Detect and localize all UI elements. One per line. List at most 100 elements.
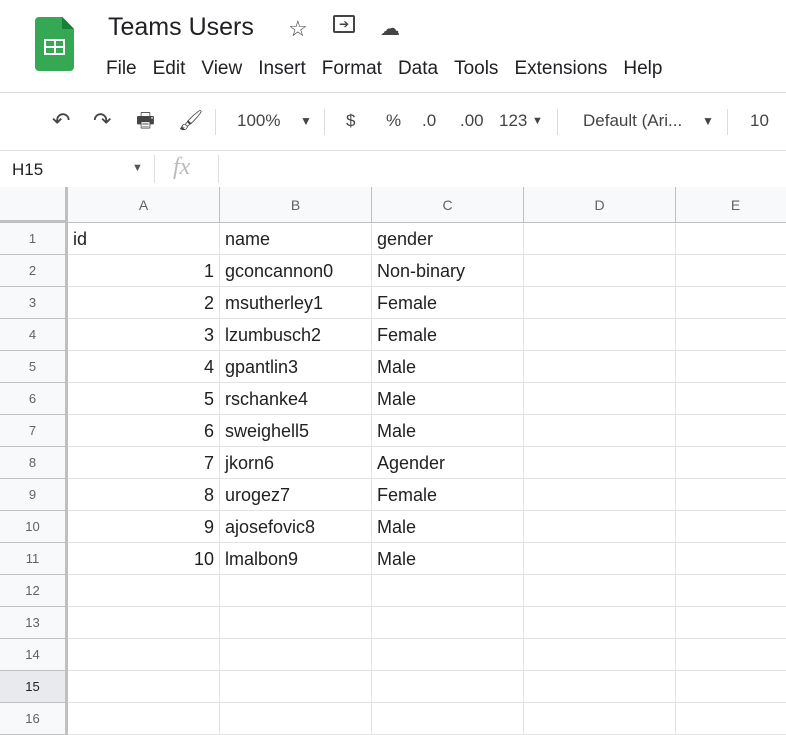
cell-b4[interactable]: lzumbusch2	[220, 319, 372, 351]
cell-e13[interactable]	[676, 607, 786, 639]
select-all-corner[interactable]	[0, 187, 68, 223]
cell-c6[interactable]: Male	[372, 383, 524, 415]
decrease-decimal-button[interactable]: .0	[422, 105, 436, 137]
cell-e15[interactable]	[676, 671, 786, 703]
name-box[interactable]: H15	[12, 160, 43, 180]
cell-e16[interactable]	[676, 703, 786, 735]
menu-edit[interactable]: Edit	[153, 58, 186, 80]
cell-c2[interactable]: Non-binary	[372, 255, 524, 287]
cell-d11[interactable]	[524, 543, 676, 575]
cell-a16[interactable]	[68, 703, 220, 735]
menu-view[interactable]: View	[201, 58, 242, 80]
cell-b15[interactable]	[220, 671, 372, 703]
row-header[interactable]: 4	[0, 319, 68, 351]
cell-a2[interactable]: 1	[68, 255, 220, 287]
currency-button[interactable]: $	[346, 105, 355, 137]
menu-tools[interactable]: Tools	[454, 58, 498, 80]
cell-b9[interactable]: urogez7	[220, 479, 372, 511]
cell-b7[interactable]: sweighell5	[220, 415, 372, 447]
menu-insert[interactable]: Insert	[258, 58, 306, 80]
row-header[interactable]: 12	[0, 575, 68, 607]
cell-d2[interactable]	[524, 255, 676, 287]
cell-b8[interactable]: jkorn6	[220, 447, 372, 479]
cell-b12[interactable]	[220, 575, 372, 607]
cell-a12[interactable]	[68, 575, 220, 607]
cell-d6[interactable]	[524, 383, 676, 415]
chevron-down-icon[interactable]: ▼	[132, 162, 143, 174]
row-header[interactable]: 7	[0, 415, 68, 447]
cell-d14[interactable]	[524, 639, 676, 671]
cell-c3[interactable]: Female	[372, 287, 524, 319]
cell-a15[interactable]	[68, 671, 220, 703]
cell-e2[interactable]	[676, 255, 786, 287]
cell-c15[interactable]	[372, 671, 524, 703]
undo-icon[interactable]: ↶	[52, 105, 70, 137]
menu-extensions[interactable]: Extensions	[514, 58, 607, 80]
cell-e7[interactable]	[676, 415, 786, 447]
cell-c5[interactable]: Male	[372, 351, 524, 383]
increase-decimal-button[interactable]: .00	[460, 105, 484, 137]
cell-b11[interactable]: lmalbon9	[220, 543, 372, 575]
column-header-a[interactable]: A	[68, 187, 220, 223]
column-header-b[interactable]: B	[220, 187, 372, 223]
font-size-input[interactable]: 10	[750, 105, 769, 137]
cell-c7[interactable]: Male	[372, 415, 524, 447]
cell-a9[interactable]: 8	[68, 479, 220, 511]
row-header[interactable]: 16	[0, 703, 68, 735]
cell-a14[interactable]	[68, 639, 220, 671]
cell-d4[interactable]	[524, 319, 676, 351]
cell-e1[interactable]	[676, 223, 786, 255]
cell-e9[interactable]	[676, 479, 786, 511]
row-header[interactable]: 3	[0, 287, 68, 319]
cell-b6[interactable]: rschanke4	[220, 383, 372, 415]
cell-c9[interactable]: Female	[372, 479, 524, 511]
cell-d5[interactable]	[524, 351, 676, 383]
cell-c8[interactable]: Agender	[372, 447, 524, 479]
font-select[interactable]: Default (Ari...	[583, 105, 682, 137]
cell-b2[interactable]: gconcannon0	[220, 255, 372, 287]
cell-d12[interactable]	[524, 575, 676, 607]
cloud-saved-icon[interactable]: ☁	[380, 16, 400, 41]
cell-c10[interactable]: Male	[372, 511, 524, 543]
chevron-down-icon[interactable]: ▼	[702, 105, 714, 137]
cell-c4[interactable]: Female	[372, 319, 524, 351]
cell-d3[interactable]	[524, 287, 676, 319]
cell-a7[interactable]: 6	[68, 415, 220, 447]
cell-e11[interactable]	[676, 543, 786, 575]
document-title[interactable]: Teams Users	[108, 13, 254, 42]
zoom-select[interactable]: 100%	[237, 105, 280, 137]
cell-a4[interactable]: 3	[68, 319, 220, 351]
cell-b10[interactable]: ajosefovic8	[220, 511, 372, 543]
cell-c11[interactable]: Male	[372, 543, 524, 575]
cell-d7[interactable]	[524, 415, 676, 447]
cell-e6[interactable]	[676, 383, 786, 415]
cell-a13[interactable]	[68, 607, 220, 639]
move-to-folder-icon[interactable]: ➔	[333, 15, 355, 33]
print-icon[interactable]: 🖶	[136, 105, 155, 137]
cell-d15[interactable]	[524, 671, 676, 703]
row-header[interactable]: 14	[0, 639, 68, 671]
row-header[interactable]: 15	[0, 671, 68, 703]
row-header[interactable]: 9	[0, 479, 68, 511]
cell-e5[interactable]	[676, 351, 786, 383]
cell-a3[interactable]: 2	[68, 287, 220, 319]
cell-e14[interactable]	[676, 639, 786, 671]
cell-d1[interactable]	[524, 223, 676, 255]
row-header[interactable]: 11	[0, 543, 68, 575]
menu-format[interactable]: Format	[322, 58, 382, 80]
row-header[interactable]: 13	[0, 607, 68, 639]
cell-d16[interactable]	[524, 703, 676, 735]
cell-c12[interactable]	[372, 575, 524, 607]
sheets-logo[interactable]	[35, 17, 74, 71]
cell-a6[interactable]: 5	[68, 383, 220, 415]
cell-b13[interactable]	[220, 607, 372, 639]
menu-file[interactable]: File	[106, 58, 137, 80]
cell-a11[interactable]: 10	[68, 543, 220, 575]
cell-e8[interactable]	[676, 447, 786, 479]
cell-c13[interactable]	[372, 607, 524, 639]
star-icon[interactable]: ☆	[288, 16, 308, 42]
cell-b16[interactable]	[220, 703, 372, 735]
cell-d9[interactable]	[524, 479, 676, 511]
redo-icon[interactable]: ↷	[93, 105, 111, 137]
cell-d13[interactable]	[524, 607, 676, 639]
